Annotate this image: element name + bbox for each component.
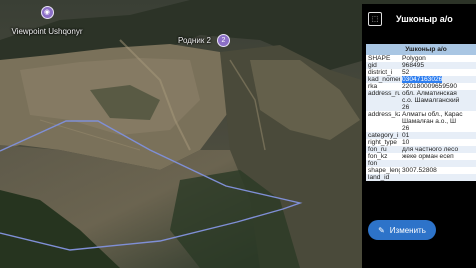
attribute-row: SHAPE Polygon	[366, 55, 476, 62]
attribute-rows: SHAPE Polygon gid 968495 district_i 52 kad_nom…	[366, 55, 476, 181]
attribute-value: 968495	[402, 62, 425, 69]
attribute-row: land_id	[366, 174, 476, 181]
poi-label: Родник 2	[178, 36, 211, 45]
panel-title: Ушконыр а/о	[396, 14, 453, 24]
attribute-value: 52	[402, 69, 410, 76]
attribute-row: fon_ru для частного лесо	[366, 146, 476, 153]
attribute-row: district_i 52	[366, 69, 476, 76]
attribute-key: shape_leng	[368, 167, 400, 174]
spring-pin-icon: 2	[216, 34, 230, 47]
attribute-key: address_kz	[368, 111, 400, 118]
attribute-value[interactable]: 03047163026	[400, 76, 476, 83]
poi-viewpoint-ushqonyr[interactable]: ◉ Viewpoint Ushqonyr	[7, 6, 87, 36]
pencil-icon: ✎	[378, 225, 385, 235]
attribute-key: fon_ru	[368, 146, 387, 153]
poi-label: Viewpoint Ushqonyr	[11, 27, 83, 36]
attribute-value: 10	[402, 139, 410, 146]
attribute-value: 3007.52808	[402, 167, 437, 174]
attribute-key: fon_kz	[368, 153, 388, 160]
attribute-row: rka 220180009659590	[366, 83, 476, 90]
attribute-row: gid 968495	[366, 62, 476, 69]
attribute-value: 01	[402, 132, 410, 139]
camera-pin-icon: ◉	[40, 6, 54, 19]
layer-icon[interactable]: ⬚	[368, 12, 382, 26]
selected-value[interactable]: 03047163026	[402, 76, 443, 83]
attribute-key: right_type	[368, 139, 397, 146]
attribute-row: kad_nomer 03047163026	[366, 76, 476, 83]
poi-rodnik-2[interactable]: Родник 2 2	[178, 34, 230, 47]
attribute-row: fon_kz жеке орман есеп	[366, 153, 476, 160]
attribute-key: category_i	[368, 132, 399, 139]
attribute-value: для частного лесо	[402, 146, 459, 153]
attribute-row: category_i 01	[366, 132, 476, 139]
attribute-table: Ушконыр а/о SHAPE Polygon gid 968495 distric…	[366, 44, 476, 181]
attribute-key: district_i	[368, 69, 393, 76]
attribute-row: shape_leng 3007.52808	[366, 167, 476, 174]
edit-button-label: Изменить	[389, 225, 426, 235]
attribute-row: address_ru обл. Алматинская с.о. Шамалган…	[366, 90, 476, 111]
attribute-value: 220180009659590	[402, 83, 458, 90]
attribute-value: жеке орман есеп	[402, 153, 454, 160]
attribute-key: fon	[368, 160, 378, 167]
attribute-row: right_type 10	[366, 139, 476, 146]
attribute-key: kad_nomer	[368, 76, 400, 83]
attribute-key: rka	[368, 83, 378, 90]
attribute-row: fon	[366, 160, 476, 167]
attribute-value: Polygon	[402, 55, 426, 62]
attribute-table-header: Ушконыр а/о	[366, 44, 476, 55]
feature-info-panel: ⬚ Ушконыр а/о Ушконыр а/о SHAPE Polygon gi…	[362, 4, 476, 268]
attribute-key: address_ru	[368, 90, 400, 97]
attribute-value: обл. Алматинская с.о. Шамалганский 26	[402, 90, 460, 111]
attribute-row: address_kz Алматы обл., Карас Шамалған а.…	[366, 111, 476, 132]
attribute-value: Алматы обл., Карас Шамалған а.о., Ш 26	[402, 111, 463, 132]
edit-button[interactable]: ✎ Изменить	[368, 220, 436, 240]
attribute-key: gid	[368, 62, 377, 69]
panel-header: ⬚ Ушконыр а/о	[362, 4, 476, 34]
attribute-key: SHAPE	[368, 55, 391, 62]
attribute-key: land_id	[368, 174, 390, 181]
